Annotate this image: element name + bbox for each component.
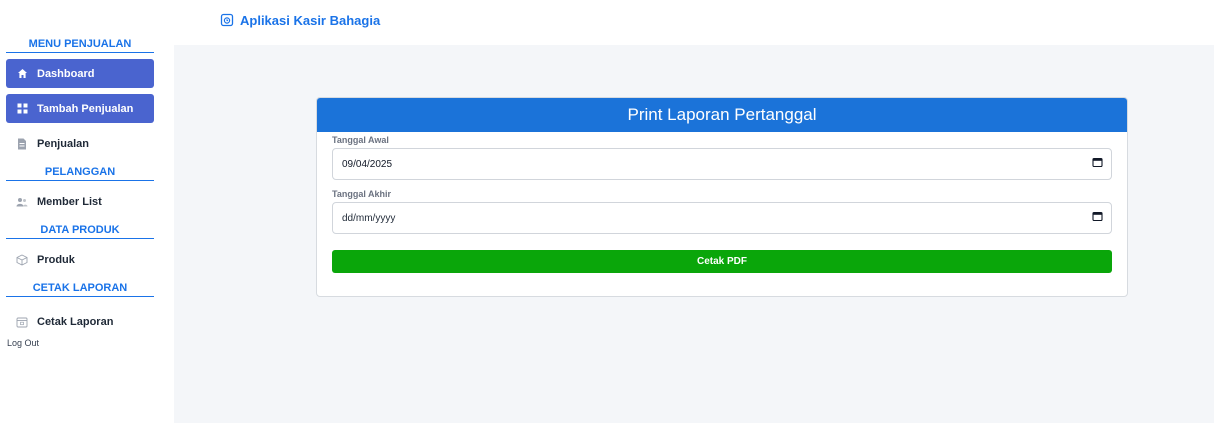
sidebar-item-penjualan[interactable]: Penjualan	[6, 129, 154, 158]
grid-icon	[16, 103, 28, 115]
sidebar: MENU PENJUALAN Dashboard Tambah Penjuala…	[0, 30, 160, 348]
section-title-cetak-laporan: CETAK LAPORAN	[6, 282, 154, 297]
sidebar-item-produk[interactable]: Produk	[6, 245, 154, 274]
tanggal-awal-value: 09/04/2025	[342, 158, 393, 170]
sidebar-item-label: Dashboard	[37, 67, 95, 80]
logout-link[interactable]: Log Out	[7, 338, 160, 348]
app-header: Aplikasi Kasir Bahagia	[220, 10, 380, 30]
box-icon	[16, 253, 28, 266]
section-title-data-produk: DATA PRODUK	[6, 224, 154, 239]
tanggal-akhir-value: dd/mm/yyyy	[342, 212, 396, 224]
sidebar-item-dashboard[interactable]: Dashboard	[6, 59, 154, 88]
sidebar-item-cetak-laporan[interactable]: Cetak Laporan	[6, 307, 154, 336]
sidebar-item-label: Member List	[37, 195, 102, 208]
report-form-card: Print Laporan Pertanggal Tanggal Awal 09…	[316, 97, 1128, 297]
calendar-picker-icon[interactable]	[1092, 157, 1103, 171]
sidebar-item-label: Tambah Penjualan	[37, 102, 134, 115]
document-icon	[16, 138, 28, 150]
cetak-pdf-button[interactable]: Cetak PDF	[332, 250, 1112, 273]
tanggal-akhir-input[interactable]: dd/mm/yyyy	[332, 202, 1112, 234]
card-title: Print Laporan Pertanggal	[317, 98, 1127, 132]
users-icon	[16, 196, 28, 208]
sidebar-item-label: Produk	[37, 253, 75, 266]
app-title: Aplikasi Kasir Bahagia	[240, 12, 381, 28]
tanggal-akhir-label: Tanggal Akhir	[332, 189, 392, 199]
sidebar-item-member-list[interactable]: Member List	[6, 187, 154, 216]
section-title-menu-penjualan: MENU PENJUALAN	[6, 38, 154, 53]
sidebar-item-label: Penjualan	[37, 137, 89, 150]
tanggal-awal-input[interactable]: 09/04/2025	[332, 148, 1112, 180]
calendar-icon	[16, 316, 28, 328]
receipt-icon	[220, 13, 234, 27]
home-icon	[16, 68, 28, 80]
sidebar-item-tambah-penjualan[interactable]: Tambah Penjualan	[6, 94, 154, 123]
sidebar-item-label: Cetak Laporan	[37, 315, 114, 328]
section-title-pelanggan: PELANGGAN	[6, 166, 154, 181]
calendar-picker-icon[interactable]	[1092, 211, 1103, 225]
main-content: Print Laporan Pertanggal Tanggal Awal 09…	[174, 45, 1214, 423]
card-body: Tanggal Awal 09/04/2025 Tanggal Akhir dd…	[317, 132, 1127, 273]
tanggal-awal-label: Tanggal Awal	[332, 135, 389, 145]
